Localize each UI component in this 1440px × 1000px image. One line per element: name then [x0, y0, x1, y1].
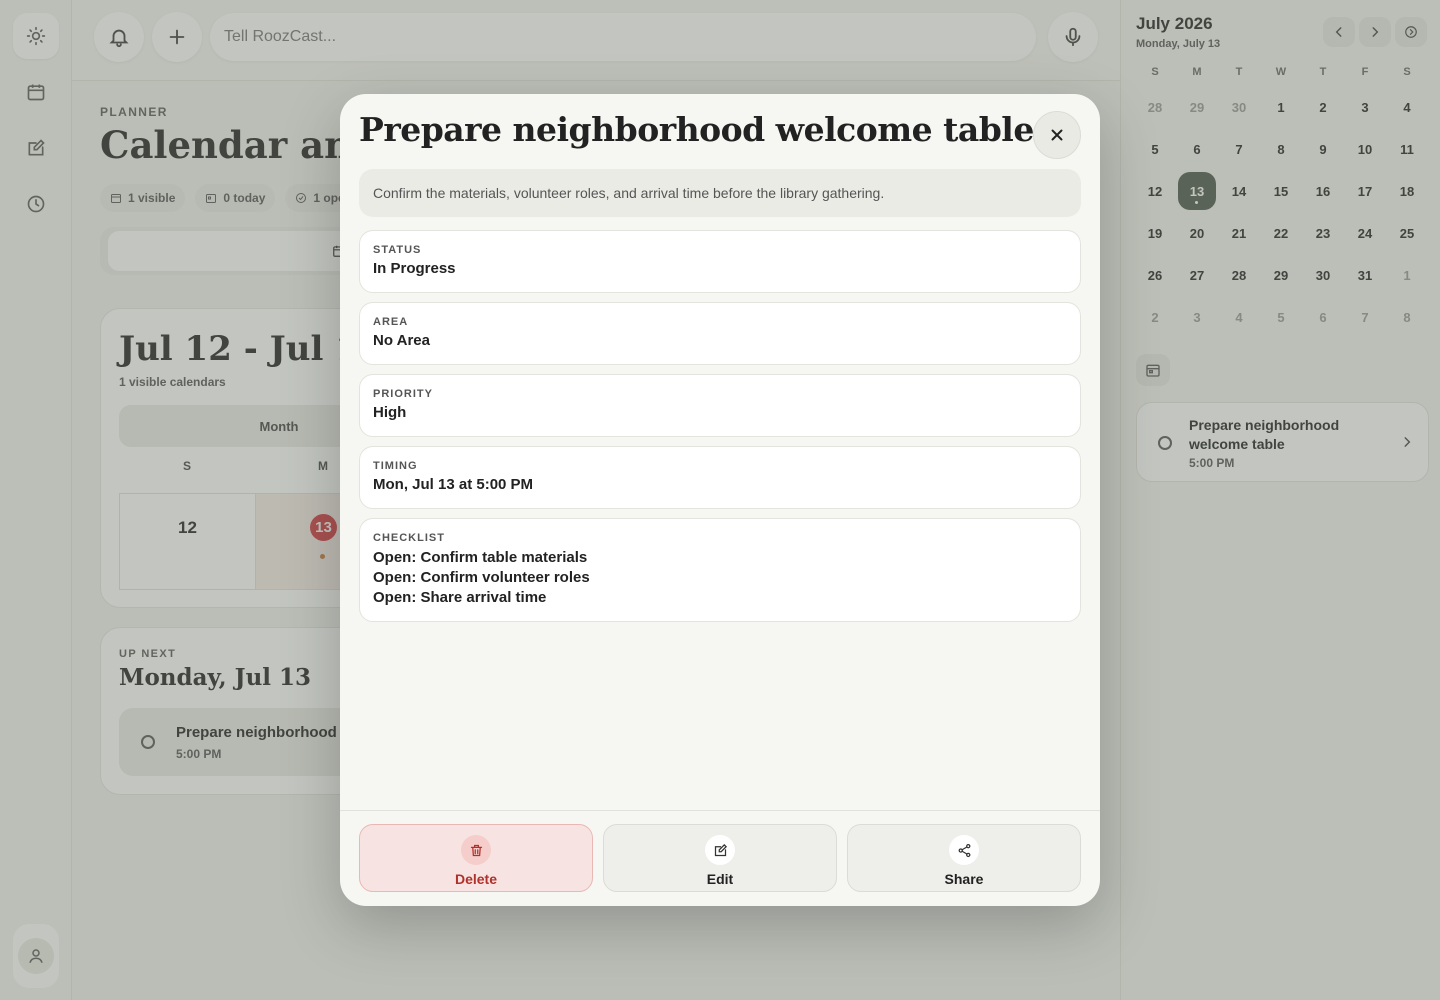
share-button[interactable]: Share — [847, 824, 1081, 892]
checklist-item: Open: Confirm volunteer roles — [373, 569, 590, 586]
field-value: No Area — [373, 332, 430, 349]
trash-icon — [470, 844, 482, 856]
status-field: STATUS In Progress — [359, 230, 1081, 293]
field-label: TIMING — [373, 460, 418, 472]
modal-footer: Delete Edit Share — [340, 810, 1100, 906]
field-label: STATUS — [373, 244, 422, 256]
event-description: Confirm the materials, volunteer roles, … — [359, 169, 1081, 217]
action-label: Share — [944, 871, 984, 887]
field-label: PRIORITY — [373, 388, 433, 400]
checklist-item: Open: Confirm table materials — [373, 549, 588, 566]
priority-field: PRIORITY High — [359, 374, 1081, 437]
checklist: Open: Confirm table materials Open: Conf… — [373, 548, 1067, 608]
checklist-field: CHECKLIST Open: Confirm table materials … — [359, 518, 1081, 622]
edit-button[interactable]: Edit — [603, 824, 837, 892]
edit-icon — [714, 843, 727, 856]
checklist-item: Open: Share arrival time — [373, 589, 547, 606]
modal-title: Prepare neighborhood welcome table — [359, 110, 1034, 149]
action-label: Edit — [706, 871, 734, 887]
share-icon-badge — [949, 835, 979, 865]
edit-icon-badge — [705, 835, 735, 865]
action-label: Delete — [454, 871, 498, 887]
timing-field: TIMING Mon, Jul 13 at 5:00 PM — [359, 446, 1081, 509]
area-field: AREA No Area — [359, 302, 1081, 365]
share-icon — [958, 843, 970, 857]
close-button[interactable] — [1033, 111, 1081, 159]
field-label: CHECKLIST — [373, 532, 445, 544]
event-detail-modal: Prepare neighborhood welcome table Confi… — [340, 94, 1100, 906]
field-value: Mon, Jul 13 at 5:00 PM — [373, 476, 534, 493]
field-label: AREA — [373, 316, 409, 328]
delete-button[interactable]: Delete — [359, 824, 593, 892]
field-value: High — [373, 404, 407, 421]
close-icon — [1051, 129, 1063, 141]
field-value: In Progress — [373, 260, 456, 277]
trash-icon-badge — [461, 835, 491, 865]
